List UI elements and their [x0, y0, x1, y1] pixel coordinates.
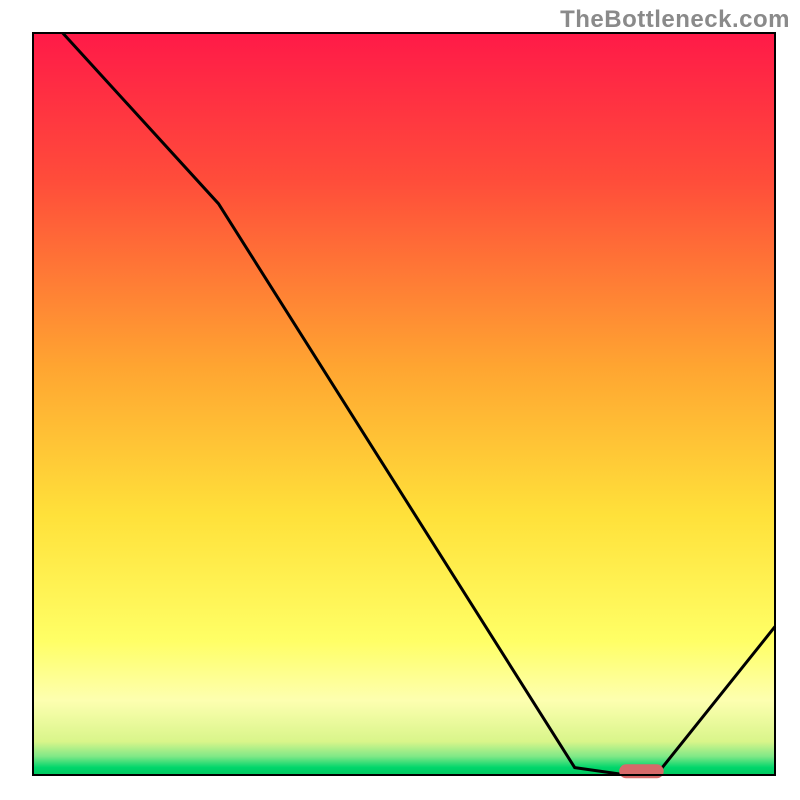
gradient-background — [33, 33, 775, 775]
chart-canvas: TheBottleneck.com — [0, 0, 800, 800]
optimal-marker — [619, 764, 664, 778]
bottleneck-chart — [0, 0, 800, 800]
watermark-text: TheBottleneck.com — [560, 6, 790, 34]
